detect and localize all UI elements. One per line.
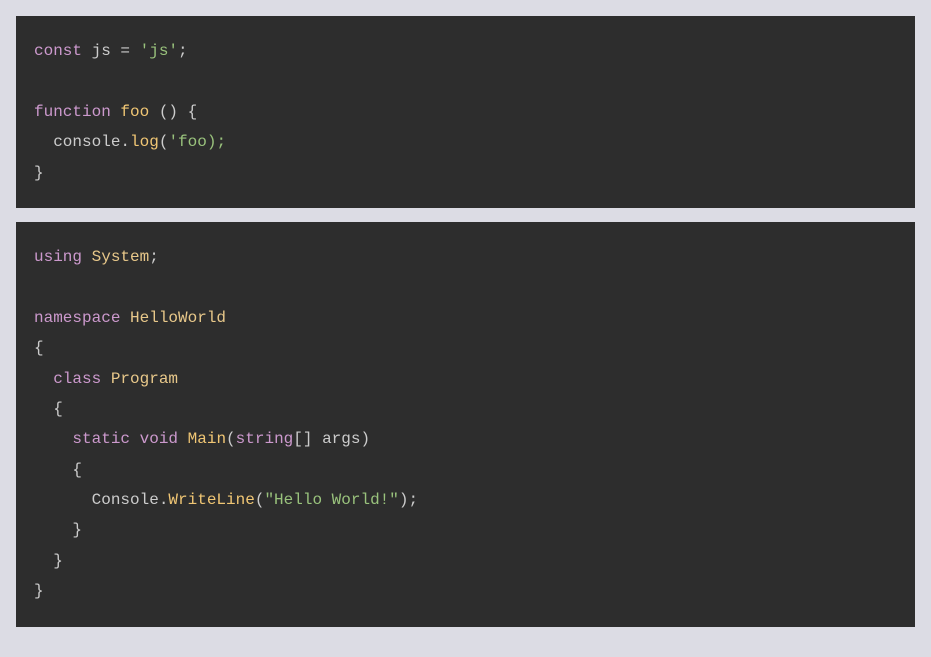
code-block-js: const js = 'js'; function foo () { conso… bbox=[16, 16, 915, 208]
code-line: class Program bbox=[34, 364, 897, 394]
code-token: ); bbox=[399, 491, 418, 509]
code-token: js bbox=[92, 42, 121, 60]
code-token: namespace bbox=[34, 309, 130, 327]
code-line: } bbox=[34, 158, 897, 188]
code-line: function foo () { bbox=[34, 97, 897, 127]
code-token: { bbox=[34, 400, 63, 418]
code-block-csharp: using System; namespace HelloWorld { clas… bbox=[16, 222, 915, 627]
code-token: console. bbox=[34, 133, 130, 151]
code-token: foo bbox=[120, 103, 158, 121]
code-token: ; bbox=[178, 42, 188, 60]
code-token: 'foo); bbox=[168, 133, 226, 151]
code-token: [] args) bbox=[293, 430, 370, 448]
code-token: { bbox=[34, 339, 44, 357]
code-token: "Hello World!" bbox=[264, 491, 398, 509]
code-line: const js = 'js'; bbox=[34, 36, 897, 66]
code-token: Program bbox=[111, 370, 178, 388]
code-line: using System; bbox=[34, 242, 897, 272]
code-token: System bbox=[92, 248, 150, 266]
code-token: HelloWorld bbox=[130, 309, 226, 327]
code-token: const bbox=[34, 42, 92, 60]
code-token: () { bbox=[159, 103, 197, 121]
code-token: { bbox=[34, 461, 82, 479]
code-line: { bbox=[34, 394, 897, 424]
code-token: WriteLine bbox=[168, 491, 254, 509]
code-line: console.log('foo); bbox=[34, 127, 897, 157]
code-line: } bbox=[34, 515, 897, 545]
code-line: Console.WriteLine("Hello World!"); bbox=[34, 485, 897, 515]
code-token: ( bbox=[159, 133, 169, 151]
code-token: ( bbox=[226, 430, 236, 448]
code-token: } bbox=[34, 521, 82, 539]
code-line: } bbox=[34, 576, 897, 606]
code-token: class bbox=[53, 370, 111, 388]
code-line: namespace HelloWorld bbox=[34, 303, 897, 333]
code-token: using bbox=[34, 248, 92, 266]
code-token: ; bbox=[149, 248, 159, 266]
code-line bbox=[34, 66, 897, 96]
code-line: static void Main(string[] args) bbox=[34, 424, 897, 454]
code-line bbox=[34, 272, 897, 302]
code-line: } bbox=[34, 546, 897, 576]
code-token: function bbox=[34, 103, 120, 121]
code-token: } bbox=[34, 164, 44, 182]
code-token: log bbox=[130, 133, 159, 151]
code-token bbox=[34, 370, 53, 388]
code-token: ( bbox=[255, 491, 265, 509]
code-token: static bbox=[72, 430, 139, 448]
code-token: void bbox=[140, 430, 188, 448]
code-line: { bbox=[34, 455, 897, 485]
code-token: 'js' bbox=[140, 42, 178, 60]
code-token: Main bbox=[188, 430, 226, 448]
code-line: { bbox=[34, 333, 897, 363]
code-token: = bbox=[120, 42, 139, 60]
code-token: } bbox=[34, 552, 63, 570]
code-token: Console. bbox=[34, 491, 168, 509]
code-token: string bbox=[236, 430, 294, 448]
code-token bbox=[34, 430, 72, 448]
code-token: } bbox=[34, 582, 44, 600]
